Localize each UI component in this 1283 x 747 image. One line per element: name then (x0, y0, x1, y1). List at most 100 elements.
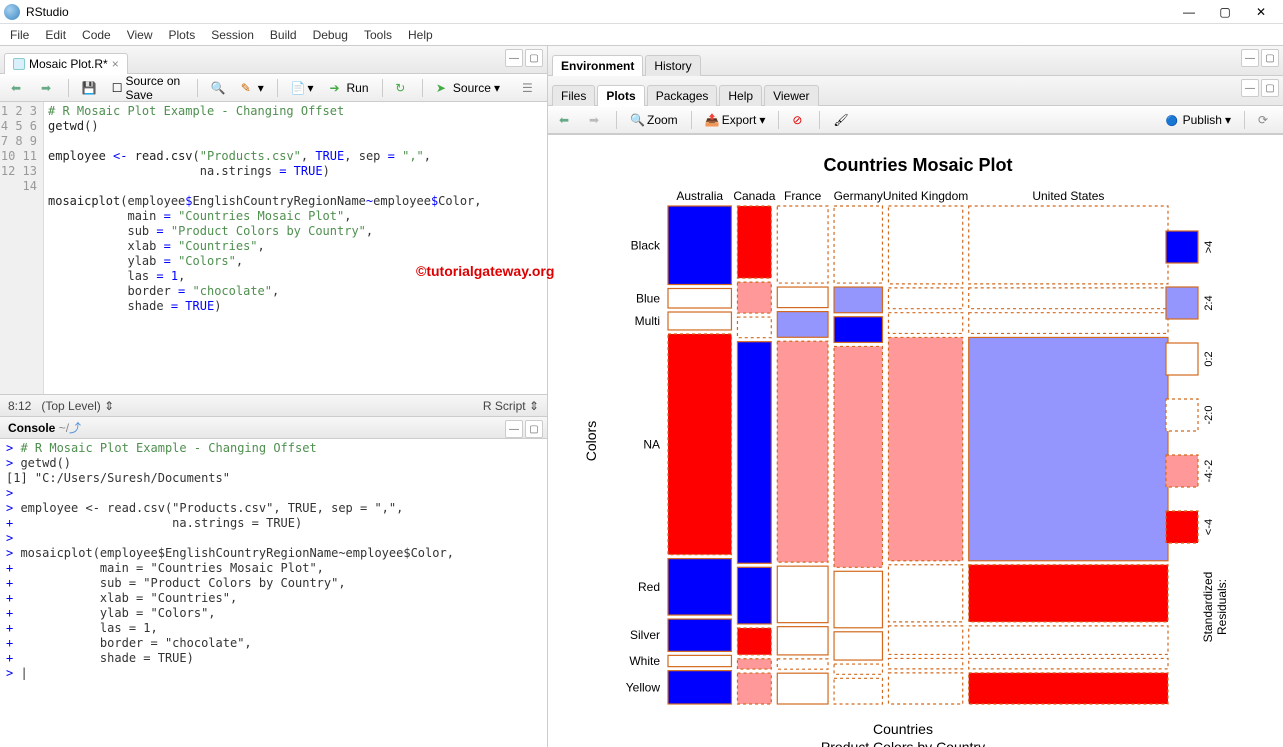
browse-dir-icon[interactable]: ⤴ (69, 419, 81, 436)
maximize-button[interactable]: ▢ (1207, 2, 1243, 22)
app-icon (4, 4, 20, 20)
refresh-plot-button[interactable] (1253, 111, 1277, 129)
svg-text:France: France (784, 189, 822, 203)
svg-text:Red: Red (638, 580, 660, 594)
svg-text:Australia: Australia (676, 189, 723, 203)
run-button[interactable]: Run (325, 79, 374, 97)
file-type-indicator[interactable]: R Script (483, 399, 529, 413)
svg-text:Yellow: Yellow (626, 680, 661, 694)
maximize-env-icon[interactable]: ▢ (1261, 49, 1279, 67)
svg-text:Black: Black (631, 238, 661, 252)
console-path: ~/ (59, 421, 69, 435)
plot-forward-button[interactable] (584, 111, 608, 129)
zoom-button[interactable]: Zoom (625, 111, 683, 129)
tab-help[interactable]: Help (719, 85, 762, 106)
remove-plot-button[interactable] (787, 111, 811, 129)
menu-tools[interactable]: Tools (364, 28, 392, 42)
source-label: Source (453, 81, 491, 95)
tab-environment[interactable]: Environment (552, 55, 643, 76)
minimize-plots-icon[interactable]: — (1241, 79, 1259, 97)
svg-text:>4: >4 (1203, 241, 1215, 254)
scope-indicator[interactable]: (Top Level) (41, 399, 104, 413)
svg-text:Silver: Silver (630, 628, 660, 642)
export-button[interactable]: Export ▾ (700, 111, 771, 129)
svg-text:2:4: 2:4 (1203, 295, 1215, 310)
menu-plots[interactable]: Plots (169, 28, 196, 42)
source-on-save-checkbox[interactable]: Source on Save (107, 72, 189, 104)
menu-help[interactable]: Help (408, 28, 433, 42)
find-button[interactable] (206, 79, 230, 97)
back-button[interactable] (6, 79, 30, 97)
svg-text:Blue: Blue (636, 291, 660, 305)
code-editor[interactable]: 1 2 3 4 5 6 7 8 9 10 11 12 13 14 # R Mos… (0, 102, 547, 394)
menu-file[interactable]: File (10, 28, 29, 42)
publish-button[interactable]: Publish ▾ (1161, 111, 1236, 129)
tab-files[interactable]: Files (552, 85, 595, 106)
menu-view[interactable]: View (127, 28, 153, 42)
svg-text:Product Colors by Country: Product Colors by Country (821, 739, 985, 747)
svg-text:Countries Mosaic Plot: Countries Mosaic Plot (823, 155, 1012, 175)
outline-button[interactable] (517, 79, 541, 97)
svg-text:Germany: Germany (834, 189, 883, 203)
minimize-env-icon[interactable]: — (1241, 49, 1259, 67)
editor-toolbar: Source on Save ▾ ▾ Run Source ▾ (0, 74, 547, 102)
menu-edit[interactable]: Edit (45, 28, 66, 42)
env-tab-bar: Environment History — ▢ (548, 46, 1283, 76)
console[interactable]: > # R Mosaic Plot Example - Changing Off… (0, 439, 547, 747)
svg-text:Residuals:: Residuals: (1215, 579, 1229, 635)
cursor-position: 8:12 (8, 399, 31, 413)
plot-back-button[interactable] (554, 111, 578, 129)
svg-text:NA: NA (643, 437, 660, 451)
source-button[interactable]: Source ▾ (431, 79, 505, 97)
plots-tab-bar: Files Plots Packages Help Viewer — ▢ (548, 76, 1283, 106)
svg-text:0:2: 0:2 (1203, 351, 1215, 366)
window-title: RStudio (26, 5, 1171, 19)
plot-toolbar: Zoom Export ▾ Publish ▾ (548, 106, 1283, 134)
title-bar: RStudio — ▢ ✕ (0, 0, 1283, 24)
close-tab-icon[interactable]: × (112, 57, 119, 71)
svg-text:Multi: Multi (635, 314, 660, 328)
svg-text:Canada: Canada (733, 189, 775, 203)
tab-viewer[interactable]: Viewer (764, 85, 818, 106)
close-button[interactable]: ✕ (1243, 2, 1279, 22)
run-label: Run (347, 81, 369, 95)
wand-button[interactable]: ▾ (236, 79, 269, 97)
svg-text:<-4: <-4 (1203, 519, 1215, 535)
mosaic-plot: Countries Mosaic Plot Australia Canada Fran… (548, 135, 1283, 747)
svg-text:Colors: Colors (583, 421, 599, 461)
maximize-pane-icon[interactable]: ▢ (525, 49, 543, 67)
menu-build[interactable]: Build (270, 28, 297, 42)
editor-tab[interactable]: Mosaic Plot.R* × (4, 53, 128, 74)
notebook-button[interactable]: ▾ (285, 79, 318, 97)
editor-tab-bar: Mosaic Plot.R* × — ▢ (0, 46, 547, 74)
console-header: Console ~/ ⤴ — ▢ (0, 417, 547, 439)
console-title: Console (8, 421, 55, 435)
svg-text:-2:0: -2:0 (1203, 406, 1215, 425)
rerun-button[interactable] (390, 79, 414, 97)
svg-text:White: White (629, 654, 660, 668)
menu-bar: File Edit Code View Plots Session Build … (0, 24, 1283, 46)
minimize-button[interactable]: — (1171, 2, 1207, 22)
source-on-save-label: Source on Save (125, 74, 184, 102)
plot-area: Countries Mosaic Plot Australia Canada Fran… (548, 134, 1283, 747)
menu-debug[interactable]: Debug (313, 28, 348, 42)
tab-history[interactable]: History (645, 55, 700, 76)
svg-text:Countries: Countries (873, 721, 933, 737)
save-button[interactable] (77, 79, 101, 97)
clear-plots-button[interactable] (828, 111, 852, 129)
minimize-console-icon[interactable]: — (505, 420, 523, 438)
menu-session[interactable]: Session (211, 28, 254, 42)
minimize-pane-icon[interactable]: — (505, 49, 523, 67)
forward-button[interactable] (36, 79, 60, 97)
tab-packages[interactable]: Packages (647, 85, 718, 106)
maximize-plots-icon[interactable]: ▢ (1261, 79, 1279, 97)
r-file-icon (13, 58, 25, 70)
editor-tab-label: Mosaic Plot.R* (29, 57, 108, 71)
svg-text:United Kingdom: United Kingdom (883, 189, 968, 203)
tab-plots[interactable]: Plots (597, 85, 644, 106)
svg-text:United States: United States (1032, 189, 1104, 203)
menu-code[interactable]: Code (82, 28, 111, 42)
maximize-console-icon[interactable]: ▢ (525, 420, 543, 438)
editor-status-bar: 8:12 (Top Level) ⇕ R Script ⇕ (0, 394, 547, 416)
svg-text:Standardized: Standardized (1201, 572, 1215, 643)
